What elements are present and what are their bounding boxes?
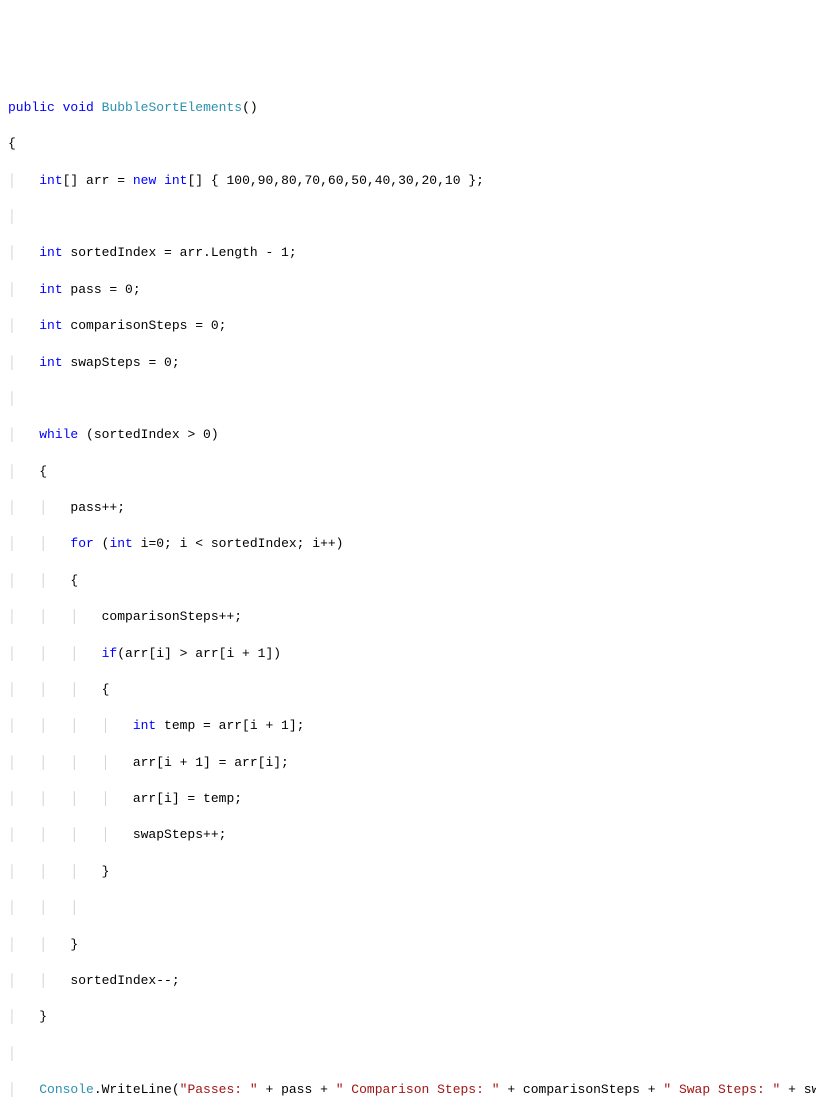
code-text: sortedIndex = arr.Length - 1; [63, 245, 297, 260]
keyword-for: for [70, 536, 93, 551]
code-text: sortedIndex--; [70, 973, 179, 988]
code-text: swapSteps = 0; [63, 355, 180, 370]
code-line: │ │ │ │ int temp = arr[i + 1]; [8, 717, 808, 735]
code-text: [] { 100,90,80,70,60,50,40,30,20,10 }; [187, 173, 483, 188]
code-line: │ │ { [8, 572, 808, 590]
code-text: [] arr = [63, 173, 133, 188]
keyword-int: int [39, 355, 62, 370]
keyword-int: int [39, 282, 62, 297]
code-text: .WriteLine( [94, 1082, 180, 1097]
code-line: │ int[] arr = new int[] { 100,90,80,70,6… [8, 172, 808, 190]
code-text: comparisonSteps++; [102, 609, 242, 624]
code-line: │ │ │ { [8, 681, 808, 699]
code-line: │ │ pass++; [8, 499, 808, 517]
code-line: public void BubbleSortElements() [8, 99, 808, 117]
brace: { [102, 682, 110, 697]
code-text: ( [94, 536, 110, 551]
keyword-int: int [133, 718, 156, 733]
keyword-void: void [63, 100, 94, 115]
code-text: (arr[i] > arr[i + 1]) [117, 646, 281, 661]
keyword-int: int [39, 245, 62, 260]
code-text: pass++; [70, 500, 125, 515]
code-line: │ [8, 1045, 808, 1063]
code-text: comparisonSteps = 0; [63, 318, 227, 333]
code-line: │ │ │ } [8, 863, 808, 881]
keyword-int: int [164, 173, 187, 188]
code-line: │ │ │ if(arr[i] > arr[i + 1]) [8, 645, 808, 663]
code-line: │ │ │ comparisonSteps++; [8, 608, 808, 626]
keyword-int: int [39, 318, 62, 333]
type-console: Console [39, 1082, 94, 1097]
brace: } [70, 937, 78, 952]
brace: { [70, 573, 78, 588]
code-line: │ Console.WriteLine("Passes: " + pass + … [8, 1081, 808, 1099]
keyword-while: while [39, 427, 78, 442]
code-text: arr[i + 1] = arr[i]; [133, 755, 289, 770]
code-text: pass = 0; [63, 282, 141, 297]
code-text: i=0; i < sortedIndex; i++) [133, 536, 344, 551]
code-line: { [8, 135, 808, 153]
code-line: │ [8, 390, 808, 408]
brace: } [39, 1009, 47, 1024]
code-text: (sortedIndex > 0) [78, 427, 218, 442]
keyword-if: if [102, 646, 118, 661]
code-line: │ │ } [8, 936, 808, 954]
keyword-int: int [39, 173, 62, 188]
code-line: │ │ │ │ arr[i + 1] = arr[i]; [8, 754, 808, 772]
code-text: + pass + [258, 1082, 336, 1097]
code-line: │ int pass = 0; [8, 281, 808, 299]
code-text: arr[i] = temp; [133, 791, 242, 806]
code-text: temp = arr[i + 1]; [156, 718, 304, 733]
code-line: │ │ for (int i=0; i < sortedIndex; i++) [8, 535, 808, 553]
code-line: │ │ sortedIndex--; [8, 972, 808, 990]
code-line: │ [8, 208, 808, 226]
code-line: │ │ │ [8, 899, 808, 917]
keyword-new: new [133, 173, 156, 188]
brace: } [102, 864, 110, 879]
method-name: BubbleSortElements [102, 100, 242, 115]
code-text: swapSteps++; [133, 827, 227, 842]
code-text: + swapSteps); [780, 1082, 816, 1097]
code-line: │ { [8, 463, 808, 481]
code-text: () [242, 100, 258, 115]
code-text: + comparisonSteps + [500, 1082, 664, 1097]
keyword-public: public [8, 100, 55, 115]
string-literal: " Swap Steps: " [663, 1082, 780, 1097]
string-literal: "Passes: " [180, 1082, 258, 1097]
brace: { [8, 136, 16, 151]
code-line: │ │ │ │ swapSteps++; [8, 826, 808, 844]
brace: { [39, 464, 47, 479]
code-block: public void BubbleSortElements() { │ int… [8, 81, 808, 1114]
code-line: │ int comparisonSteps = 0; [8, 317, 808, 335]
code-line: │ │ │ │ arr[i] = temp; [8, 790, 808, 808]
keyword-int: int [109, 536, 132, 551]
code-line: │ while (sortedIndex > 0) [8, 426, 808, 444]
code-line: │ } [8, 1008, 808, 1026]
code-line: │ int swapSteps = 0; [8, 354, 808, 372]
string-literal: " Comparison Steps: " [336, 1082, 500, 1097]
code-line: │ int sortedIndex = arr.Length - 1; [8, 244, 808, 262]
